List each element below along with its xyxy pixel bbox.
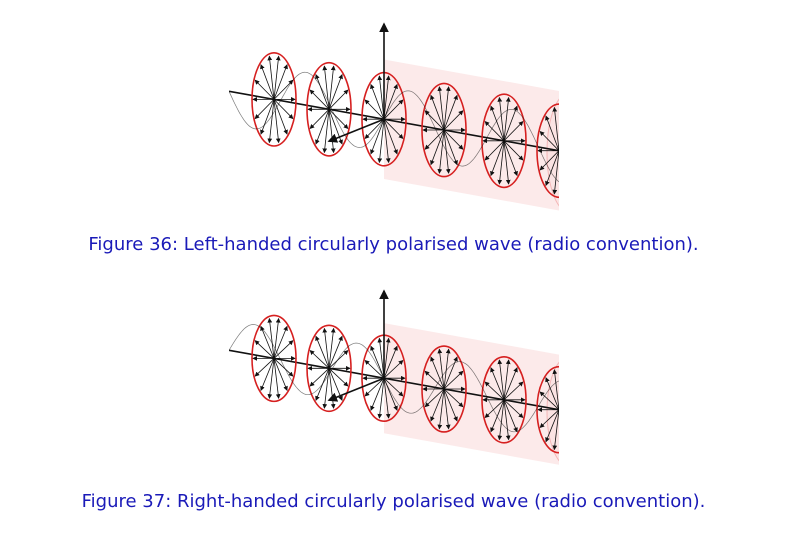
right-handed-wave-diagram [228, 289, 559, 465]
figure-37-label: Figure 37: [81, 491, 172, 512]
figure-36-caption-text: Left-handed circularly polarised wave (r… [183, 234, 699, 255]
figure-37-caption: Figure 37: Right-handed circularly polar… [0, 491, 787, 512]
left-handed-wave-diagram [228, 22, 559, 211]
figure-37-caption-text: Right-handed circularly polarised wave (… [177, 491, 706, 512]
cylinder-body [383, 323, 559, 465]
polarisation-ring [250, 314, 297, 403]
figure-37: Figure 37: Right-handed circularly polar… [0, 285, 787, 512]
polarisation-ring [305, 324, 352, 413]
polarisation-ring [250, 52, 297, 147]
figure-36: Figure 36: Left-handed circularly polari… [0, 18, 787, 255]
figure-36-label: Figure 36: [88, 234, 179, 255]
cylinder-body [383, 59, 559, 211]
figure-36-caption: Figure 36: Left-handed circularly polari… [0, 234, 787, 255]
